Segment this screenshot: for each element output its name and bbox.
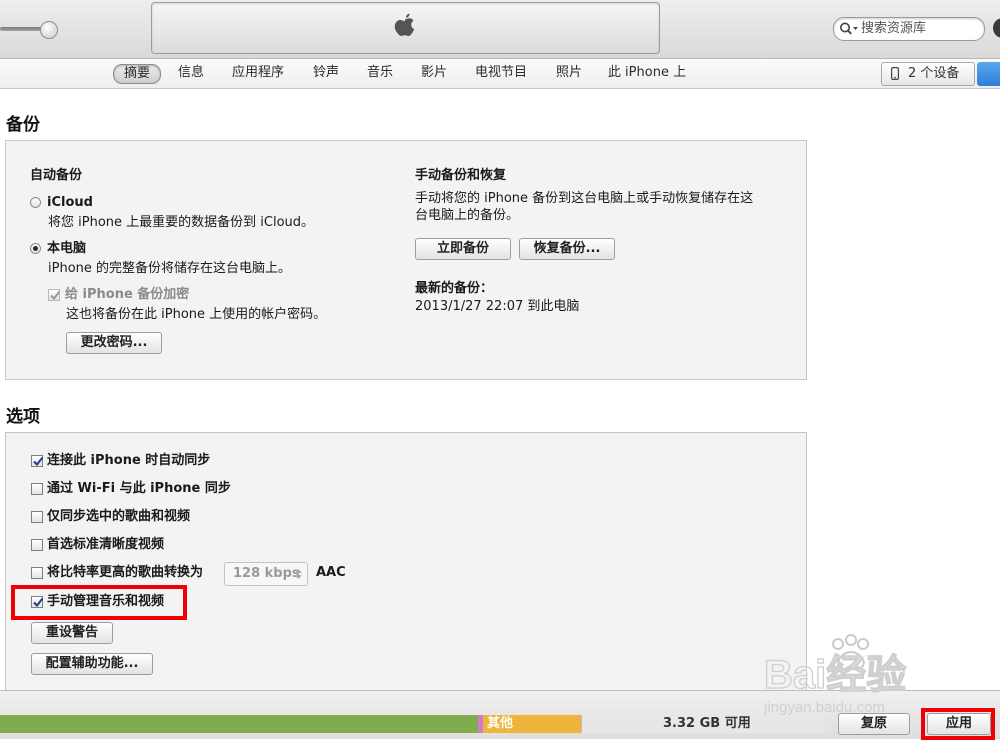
bitrate-value: 128 kbps <box>233 566 300 581</box>
icloud-radio[interactable] <box>30 197 41 208</box>
capacity-bar: 其他 3.32 GB 可用 <box>0 715 825 733</box>
tab-summary[interactable]: 摘要 <box>113 64 161 84</box>
tab-tv-shows[interactable]: 电视节目 <box>470 64 532 82</box>
volume-slider-track[interactable] <box>0 27 44 31</box>
options-section-title: 选项 <box>6 407 40 427</box>
revert-button[interactable]: 复原 <box>838 713 910 735</box>
auto-sync-label[interactable]: 连接此 iPhone 时自动同步 <box>47 452 210 470</box>
manual-backup-description-line2: 台电脑上的备份。 <box>415 208 520 223</box>
stepper-arrows-icon <box>295 569 302 579</box>
search-icon <box>840 22 858 35</box>
iphone-icon <box>891 67 899 80</box>
devices-button-label: 2 个设备 <box>908 66 960 81</box>
this-computer-label[interactable]: 本电脑 <box>47 240 86 258</box>
encrypt-backup-description: 这也将备份在此 iPhone 上使用的帐户密码。 <box>66 307 327 322</box>
prefer-sd-label[interactable]: 首选标准清晰度视频 <box>47 536 164 554</box>
done-button[interactable] <box>977 62 1000 86</box>
configure-accessibility-button[interactable]: 配置辅助功能... <box>31 653 153 675</box>
latest-backup-title: 最新的备份： <box>415 281 494 296</box>
capacity-footer: 其他 3.32 GB 可用 复原 应用 <box>0 690 1000 740</box>
codec-label: AAC <box>316 565 346 580</box>
auto-backup-title: 自动备份 <box>30 168 83 183</box>
bitrate-select[interactable]: 128 kbps <box>224 562 308 586</box>
devices-button[interactable]: 2 个设备 <box>881 62 975 86</box>
wifi-sync-checkbox[interactable] <box>31 483 43 495</box>
tab-on-this-iphone[interactable]: 此 iPhone 上 <box>607 64 687 82</box>
auto-sync-checkbox[interactable] <box>31 455 44 467</box>
manual-backup-title: 手动备份和恢复 <box>415 168 507 183</box>
convert-bitrate-checkbox[interactable] <box>31 567 43 579</box>
search-placeholder: 搜索资源库 <box>861 21 927 36</box>
status-display <box>151 2 660 54</box>
manual-manage-checkbox[interactable] <box>31 596 44 608</box>
encrypt-backup-label[interactable]: 给 iPhone 备份加密 <box>65 286 189 304</box>
reset-warnings-button[interactable]: 重设警告 <box>31 622 113 644</box>
this-computer-description: iPhone 的完整备份将储存在这台电脑上。 <box>48 261 292 276</box>
manual-manage-label[interactable]: 手动管理音乐和视频 <box>47 593 164 611</box>
device-nav-bar: 摘要 信息 应用程序 铃声 音乐 影片 电视节目 照片 此 iPhone 上 2… <box>0 59 1000 89</box>
wifi-sync-label[interactable]: 通过 Wi-Fi 与此 iPhone 同步 <box>47 480 231 498</box>
tab-photos[interactable]: 照片 <box>550 64 588 82</box>
restore-backup-button[interactable]: 恢复备份... <box>519 238 615 260</box>
checkmark-icon <box>50 290 61 301</box>
backup-section-title: 备份 <box>6 115 40 135</box>
capacity-segment-audio <box>0 715 478 733</box>
tab-music[interactable]: 音乐 <box>361 64 399 82</box>
convert-bitrate-label[interactable]: 将比特率更高的歌曲转换为 <box>47 564 203 582</box>
tab-ringtones[interactable]: 铃声 <box>307 64 345 82</box>
checkmark-icon <box>33 456 44 467</box>
tab-info[interactable]: 信息 <box>172 64 210 82</box>
tab-apps[interactable]: 应用程序 <box>228 64 288 82</box>
change-password-button[interactable]: 更改密码... <box>66 332 162 354</box>
toolbar-round-button[interactable] <box>993 18 1000 38</box>
volume-slider-knob[interactable] <box>40 21 58 39</box>
manual-backup-description-line1: 手动将您的 iPhone 备份到这台电脑上或手动恢复储存在这 <box>415 191 754 206</box>
sync-checked-only-label[interactable]: 仅同步选中的歌曲和视频 <box>47 508 190 526</box>
sync-checked-only-checkbox[interactable] <box>31 511 43 523</box>
search-field[interactable]: 搜索资源库 <box>833 17 985 41</box>
tab-movies[interactable]: 影片 <box>415 64 453 82</box>
latest-backup-value: 2013/1/27 22:07 到此电脑 <box>415 299 580 314</box>
checkmark-icon <box>33 597 44 608</box>
this-computer-radio[interactable] <box>30 243 41 254</box>
prefer-sd-checkbox[interactable] <box>31 539 43 551</box>
apply-button[interactable]: 应用 <box>927 713 991 735</box>
top-toolbar: 搜索资源库 <box>0 0 1000 59</box>
free-space-label: 3.32 GB 可用 <box>663 716 751 731</box>
icloud-label[interactable]: iCloud <box>47 194 93 212</box>
icloud-description: 将您 iPhone 上最重要的数据备份到 iCloud。 <box>48 215 315 230</box>
backup-now-button[interactable]: 立即备份 <box>415 238 511 260</box>
encrypt-backup-checkbox[interactable] <box>48 289 61 301</box>
other-segment-label: 其他 <box>487 716 514 731</box>
apple-logo-icon <box>394 13 415 36</box>
